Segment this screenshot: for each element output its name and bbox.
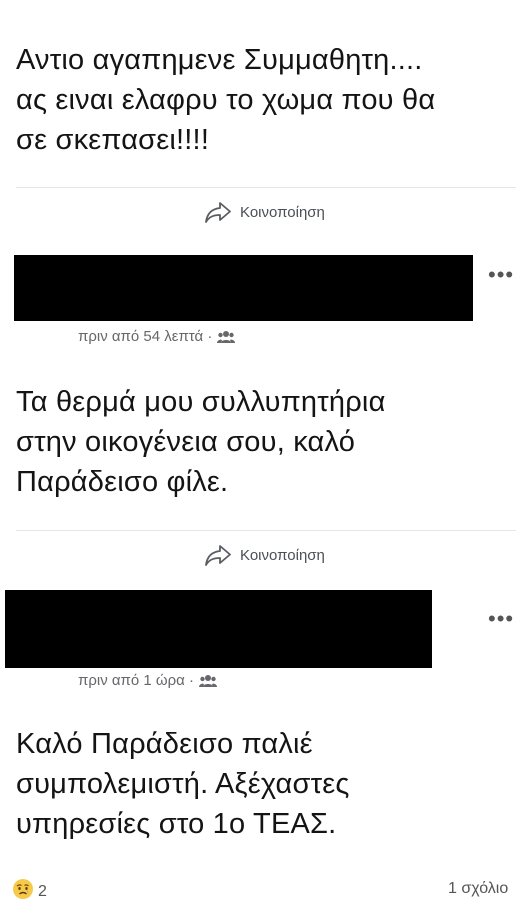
divider	[16, 530, 516, 531]
post-2-meta: πριν από 54 λεπτά ·	[78, 328, 236, 345]
comments-count[interactable]: 1 σχόλιο	[448, 880, 508, 898]
reaction-count: 2	[38, 882, 47, 900]
share-icon	[204, 200, 232, 224]
post-1-text: Αντιο αγαπημενε Συμμαθητη.... ας ειναι ε…	[16, 44, 436, 156]
redacted-author	[14, 255, 473, 321]
share-label: Κοινοποίηση	[240, 203, 325, 221]
share-button[interactable]: Κοινοποίηση	[204, 200, 325, 224]
sad-reaction-icon	[12, 878, 34, 905]
timestamp: πριν από 54 λεπτά ·	[78, 328, 213, 345]
redacted-author	[5, 590, 432, 668]
reactions-summary[interactable]: 2	[12, 878, 47, 905]
more-icon[interactable]: •••	[488, 608, 514, 630]
post-3-text: Καλό Παράδεισο παλιέ συμπολεμιστή. Αξέχα…	[16, 728, 350, 840]
post-footer: 2 1 σχόλιο	[12, 874, 516, 906]
group-icon	[217, 330, 236, 344]
share-label: Κοινοποίηση	[240, 546, 325, 564]
group-icon	[199, 674, 218, 688]
post-2-text: Τα θερμά μου συλλυπητήρια στην οικογένει…	[16, 386, 386, 498]
post-3-meta: πριν από 1 ώρα ·	[78, 672, 218, 689]
share-button[interactable]: Κοινοποίηση	[204, 543, 325, 567]
share-icon	[204, 543, 232, 567]
more-icon[interactable]: •••	[488, 264, 514, 286]
timestamp: πριν από 1 ώρα ·	[78, 672, 195, 689]
divider	[16, 187, 516, 188]
